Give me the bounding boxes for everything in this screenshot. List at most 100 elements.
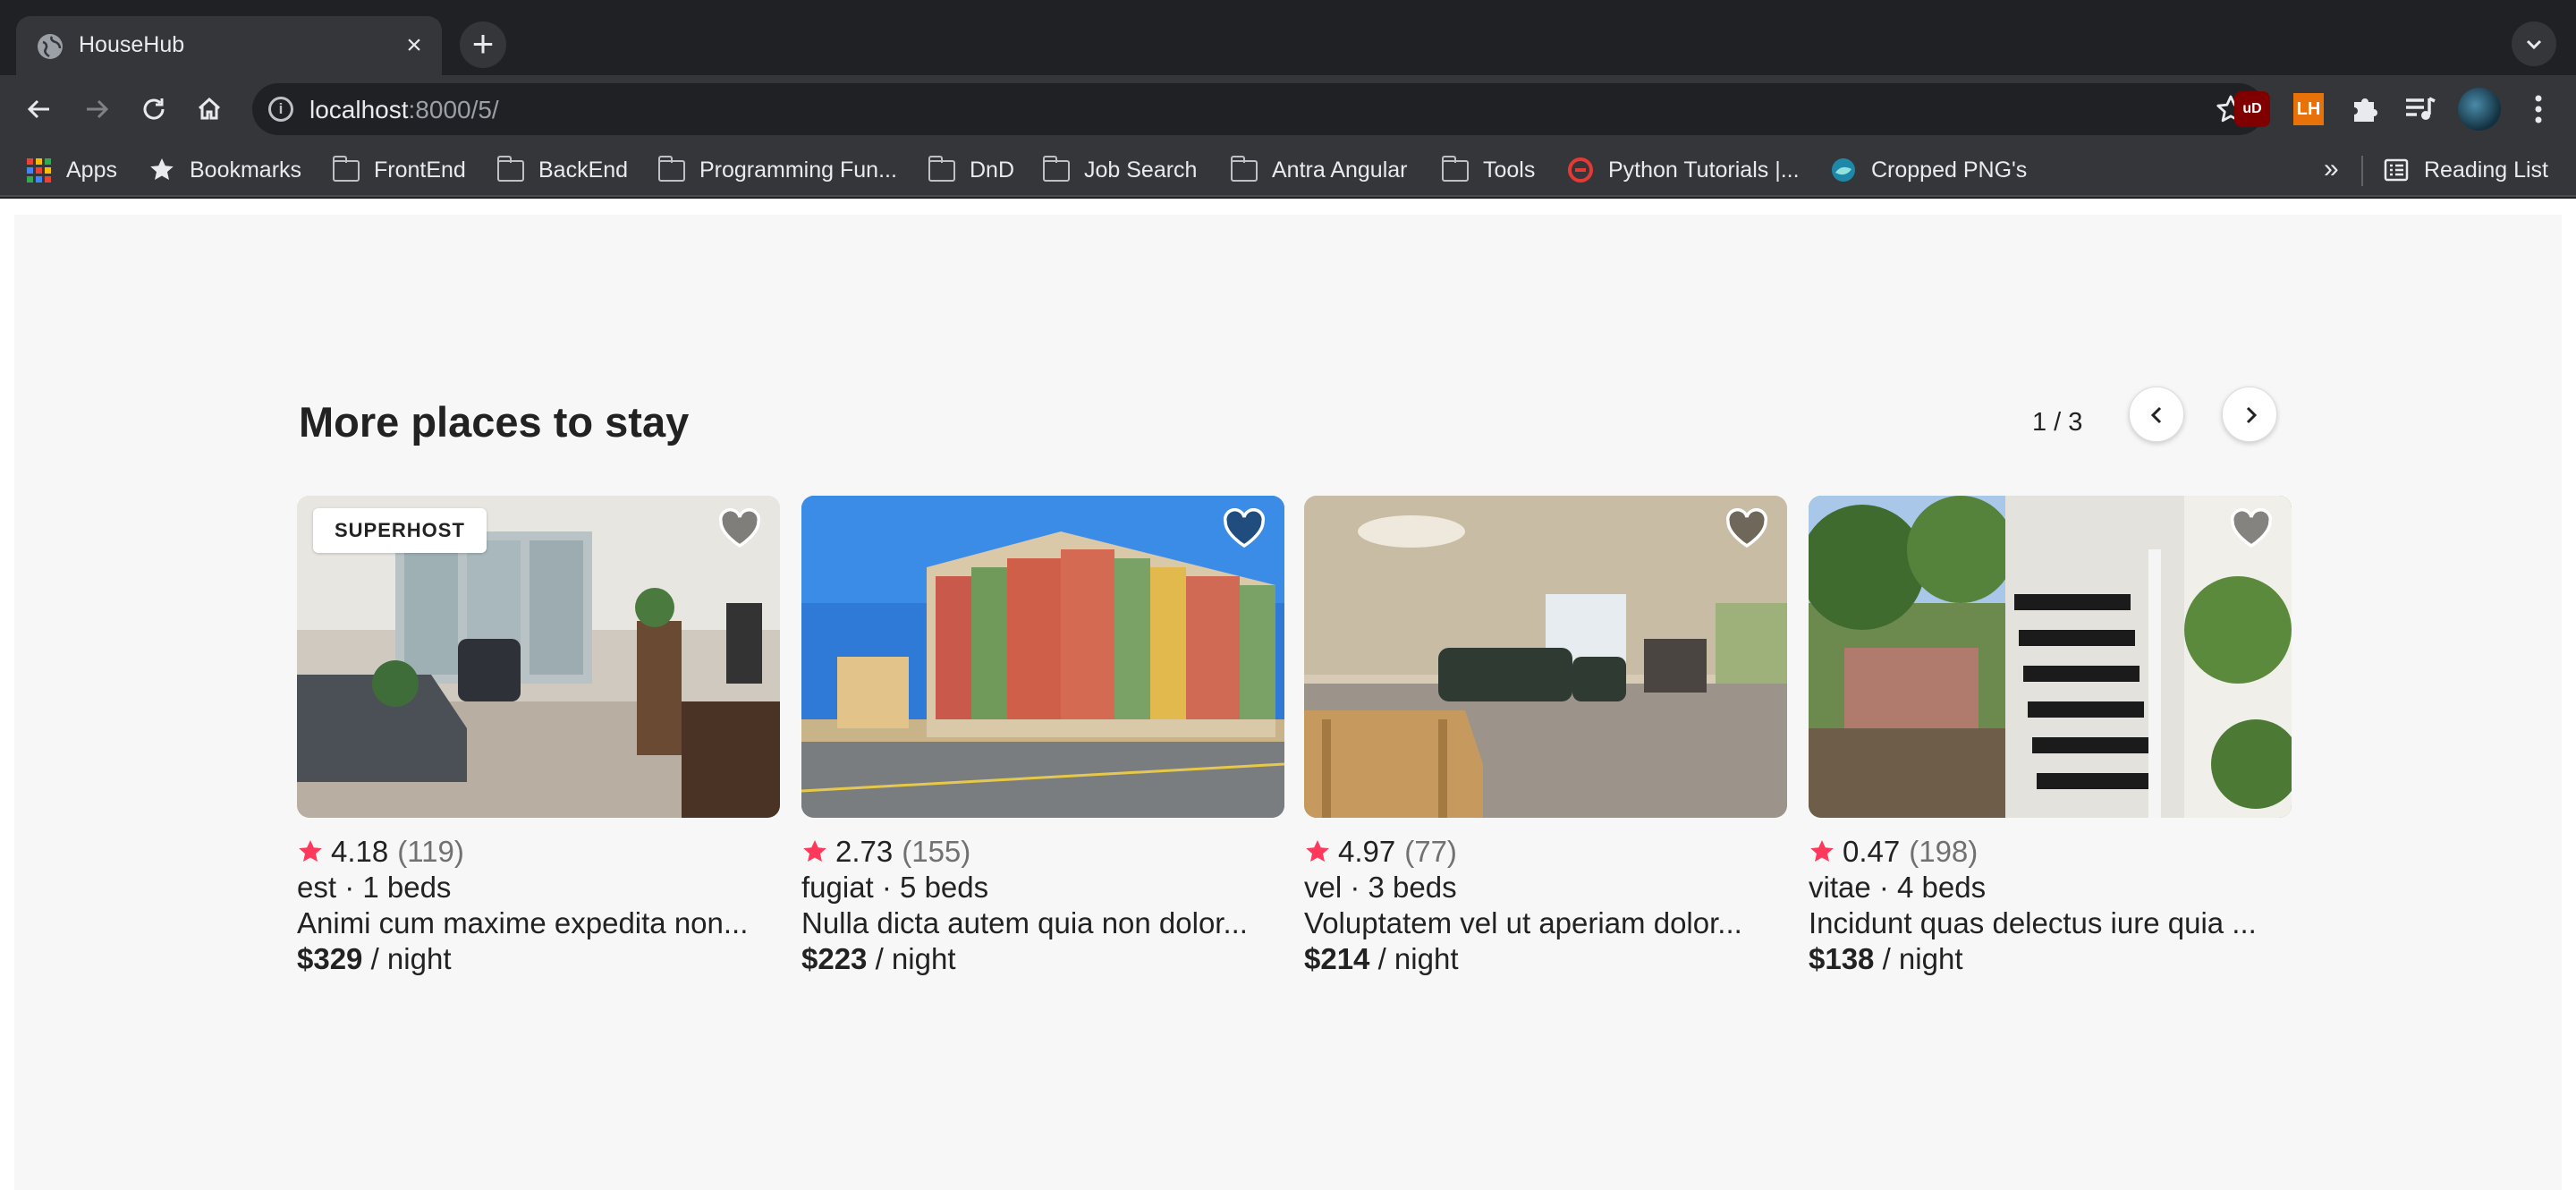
listing-card[interactable]: 4.97 (77) vel · 3 beds Voluptatem vel ut… <box>1304 496 1787 977</box>
review-count: (77) <box>1404 835 1457 868</box>
price-amount: $223 <box>801 942 868 975</box>
bookmark-label: Apps <box>66 157 117 183</box>
bookmark-label: FrontEnd <box>374 157 466 183</box>
forward-button[interactable] <box>73 86 120 132</box>
garden-staircase-photo[interactable] <box>1809 496 2292 818</box>
bookmark-label: Programming Fun... <box>699 157 897 183</box>
reading-list-button[interactable]: Reading List <box>2383 156 2548 184</box>
rating-line: 2.73 (155) <box>801 834 1284 870</box>
reading-list-label: Reading List <box>2424 157 2548 183</box>
price-amount: $138 <box>1809 942 1875 975</box>
url-host: localhost <box>309 96 409 123</box>
rating-value: 2.73 <box>835 835 894 868</box>
listing-type-beds: vel · 3 beds <box>1304 871 1457 904</box>
bookmark-folder-dnd[interactable]: DnD <box>928 156 1014 184</box>
close-tab-icon[interactable]: × <box>399 30 429 61</box>
bookmark-label: Bookmarks <box>190 157 302 183</box>
listing-description: Animi cum maxime expedita non... <box>297 906 749 939</box>
page-content: More places to stay 1 / 3 SUPERHOST 4.18… <box>14 215 2562 1190</box>
cropped-png-favicon <box>1830 157 1857 183</box>
bookmark-python-tutorials[interactable]: Python Tutorials |... <box>1567 156 1800 184</box>
empty-living-room-photo[interactable] <box>1304 496 1787 818</box>
rating-value: 4.97 <box>1338 835 1396 868</box>
reload-icon <box>143 98 165 120</box>
listing-price: $138 / night <box>1809 941 2292 977</box>
favorite-heart-icon[interactable] <box>1724 508 1769 549</box>
folder-icon <box>928 156 955 183</box>
ublock-extension-icon[interactable]: uD <box>2234 91 2270 127</box>
reload-button[interactable] <box>131 86 177 132</box>
more-bookmarks-button[interactable]: » <box>2324 154 2339 184</box>
browser-tab[interactable]: HouseHub × <box>16 16 442 75</box>
reading-list-icon <box>2383 157 2410 183</box>
folder-icon <box>1441 156 1469 183</box>
new-tab-button[interactable]: + <box>460 21 506 68</box>
listing-price: $223 / night <box>801 941 1284 977</box>
home-button[interactable] <box>186 86 233 132</box>
rating-value: 0.47 <box>1843 835 1901 868</box>
page-indicator: 1 / 3 <box>2032 408 2083 437</box>
bookmark-apps[interactable]: Apps <box>25 156 117 184</box>
listing-type-beds: fugiat · 5 beds <box>801 871 989 904</box>
bookmark-folder-frontend[interactable]: FrontEnd <box>332 156 466 184</box>
bookmark-label: Antra Angular <box>1272 157 1408 183</box>
listing-description: Voluptatem vel ut aperiam dolor... <box>1304 906 1742 939</box>
chevron-left-icon <box>2150 406 2162 424</box>
tab-search-button[interactable] <box>2512 21 2556 66</box>
bookmark-folder-programming[interactable]: Programming Fun... <box>657 156 897 184</box>
bookmark-folder-antra-angular[interactable]: Antra Angular <box>1230 156 1408 184</box>
rating-line: 4.97 (77) <box>1304 834 1787 870</box>
price-amount: $214 <box>1304 942 1370 975</box>
bookmark-label: Cropped PNG's <box>1871 157 2028 183</box>
next-page-button[interactable] <box>2222 387 2277 442</box>
listing-card[interactable]: 2.73 (155) fugiat · 5 beds Nulla dicta a… <box>801 496 1284 977</box>
url-path: :8000/5/ <box>408 96 499 123</box>
living-room-photo[interactable]: SUPERHOST <box>297 496 780 818</box>
bookmarks-divider <box>2361 156 2363 186</box>
bookmark-cropped-png[interactable]: Cropped PNG's <box>1830 156 2027 184</box>
url-text[interactable]: localhost:8000/5/ <box>309 96 499 124</box>
apps-grid-icon <box>25 157 52 183</box>
bookmark-label: Job Search <box>1084 157 1198 183</box>
lighthouse-extension-icon[interactable]: LH <box>2293 93 2324 125</box>
profile-avatar[interactable] <box>2458 88 2501 131</box>
browser-tab-strip: HouseHub × + <box>0 0 2576 75</box>
python-tutorials-favicon <box>1567 157 1594 183</box>
listing-info: 4.97 (77) vel · 3 beds Voluptatem vel ut… <box>1304 834 1787 977</box>
listing-card[interactable]: 0.47 (198) vitae · 4 beds Incidunt quas … <box>1809 496 2292 977</box>
listing-card[interactable]: SUPERHOST 4.18 (119) est · 1 beds Animi … <box>297 496 780 977</box>
browser-menu-icon[interactable] <box>2521 89 2556 129</box>
favorite-heart-icon[interactable] <box>1222 508 1267 549</box>
address-bar[interactable]: i localhost:8000/5/ <box>252 83 2265 135</box>
chevron-right-icon <box>2246 406 2258 424</box>
rating-star-icon <box>1306 840 1329 862</box>
favorite-heart-icon[interactable] <box>717 508 762 549</box>
browser-toolbar: i localhost:8000/5/ uD LH <box>0 75 2576 143</box>
apartment-building-photo[interactable] <box>801 496 1284 818</box>
price-unit: / night <box>867 942 956 975</box>
rating-line: 0.47 (198) <box>1809 834 2292 870</box>
extensions-puzzle-icon[interactable] <box>2347 91 2383 127</box>
bookmark-folder-job-search[interactable]: Job Search <box>1042 156 1198 184</box>
media-controls-icon[interactable] <box>2402 91 2438 127</box>
listing-price: $214 / night <box>1304 941 1787 977</box>
bookmarks-bar: Apps Bookmarks FrontEnd BackEnd Programm… <box>0 143 2576 197</box>
previous-page-button[interactable] <box>2129 387 2184 442</box>
bookmark-label: DnD <box>970 157 1015 183</box>
listing-description: Incidunt quas delectus iure quia ... <box>1809 906 2257 939</box>
site-info-icon[interactable]: i <box>268 97 293 122</box>
rating-star-icon <box>803 840 826 862</box>
price-unit: / night <box>1874 942 1963 975</box>
bookmark-folder-backend[interactable]: BackEnd <box>496 156 628 184</box>
listing-type-beds: est · 1 beds <box>297 871 452 904</box>
superhost-badge: SUPERHOST <box>313 508 487 553</box>
bookmark-bookmarks[interactable]: Bookmarks <box>148 156 301 184</box>
chevron-down-icon <box>2526 39 2542 50</box>
bookmark-label: Tools <box>1483 157 1536 183</box>
listing-info: 4.18 (119) est · 1 beds Animi cum maxime… <box>297 834 780 977</box>
folder-icon <box>496 156 524 183</box>
bookmark-folder-tools[interactable]: Tools <box>1441 156 1536 184</box>
section-title: More places to stay <box>299 398 690 446</box>
favorite-heart-icon[interactable] <box>2229 508 2274 549</box>
back-button[interactable] <box>16 86 63 132</box>
